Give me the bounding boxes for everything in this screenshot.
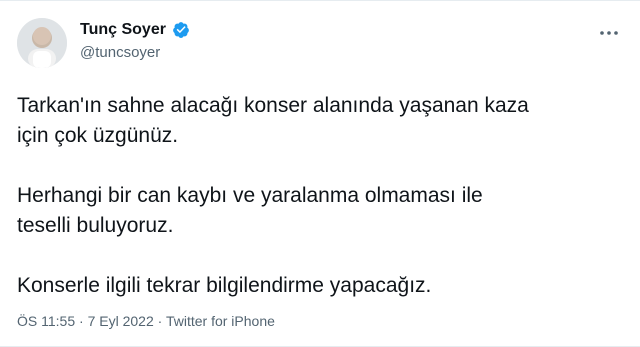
tweet-text: Tarkan'ın sahne alacağı konser alanında … [17, 91, 617, 301]
tweet-card: Tunç Soyer @tuncsoyer Tarkan'ın sahne al… [0, 0, 640, 347]
tweet-paragraph: Herhangi bir can kaybı ve yaralanma olma… [17, 184, 483, 237]
author-name-row[interactable]: Tunç Soyer [80, 21, 190, 39]
tweet-paragraph: Tarkan'ın sahne alacağı konser alanında … [17, 94, 529, 147]
author-handle[interactable]: @tuncsoyer [80, 44, 160, 61]
avatar[interactable] [17, 18, 67, 68]
author-name[interactable]: Tunç Soyer [80, 21, 166, 39]
tweet-date[interactable]: 7 Eyl 2022 [88, 313, 154, 329]
meta-separator: · [75, 313, 88, 329]
ellipsis-icon [600, 31, 618, 35]
avatar-photo [17, 18, 67, 68]
meta-separator: · [153, 313, 166, 329]
tweet-time[interactable]: ÖS 11:55 [17, 313, 75, 329]
tweet-source[interactable]: Twitter for iPhone [166, 313, 275, 329]
more-options-button[interactable] [596, 25, 622, 41]
tweet-meta: ÖS 11:55 · 7 Eyl 2022 · Twitter for iPho… [17, 313, 275, 329]
tweet-paragraph: Konserle ilgili tekrar bilgilendirme yap… [17, 274, 432, 297]
verified-badge-icon [172, 21, 190, 39]
